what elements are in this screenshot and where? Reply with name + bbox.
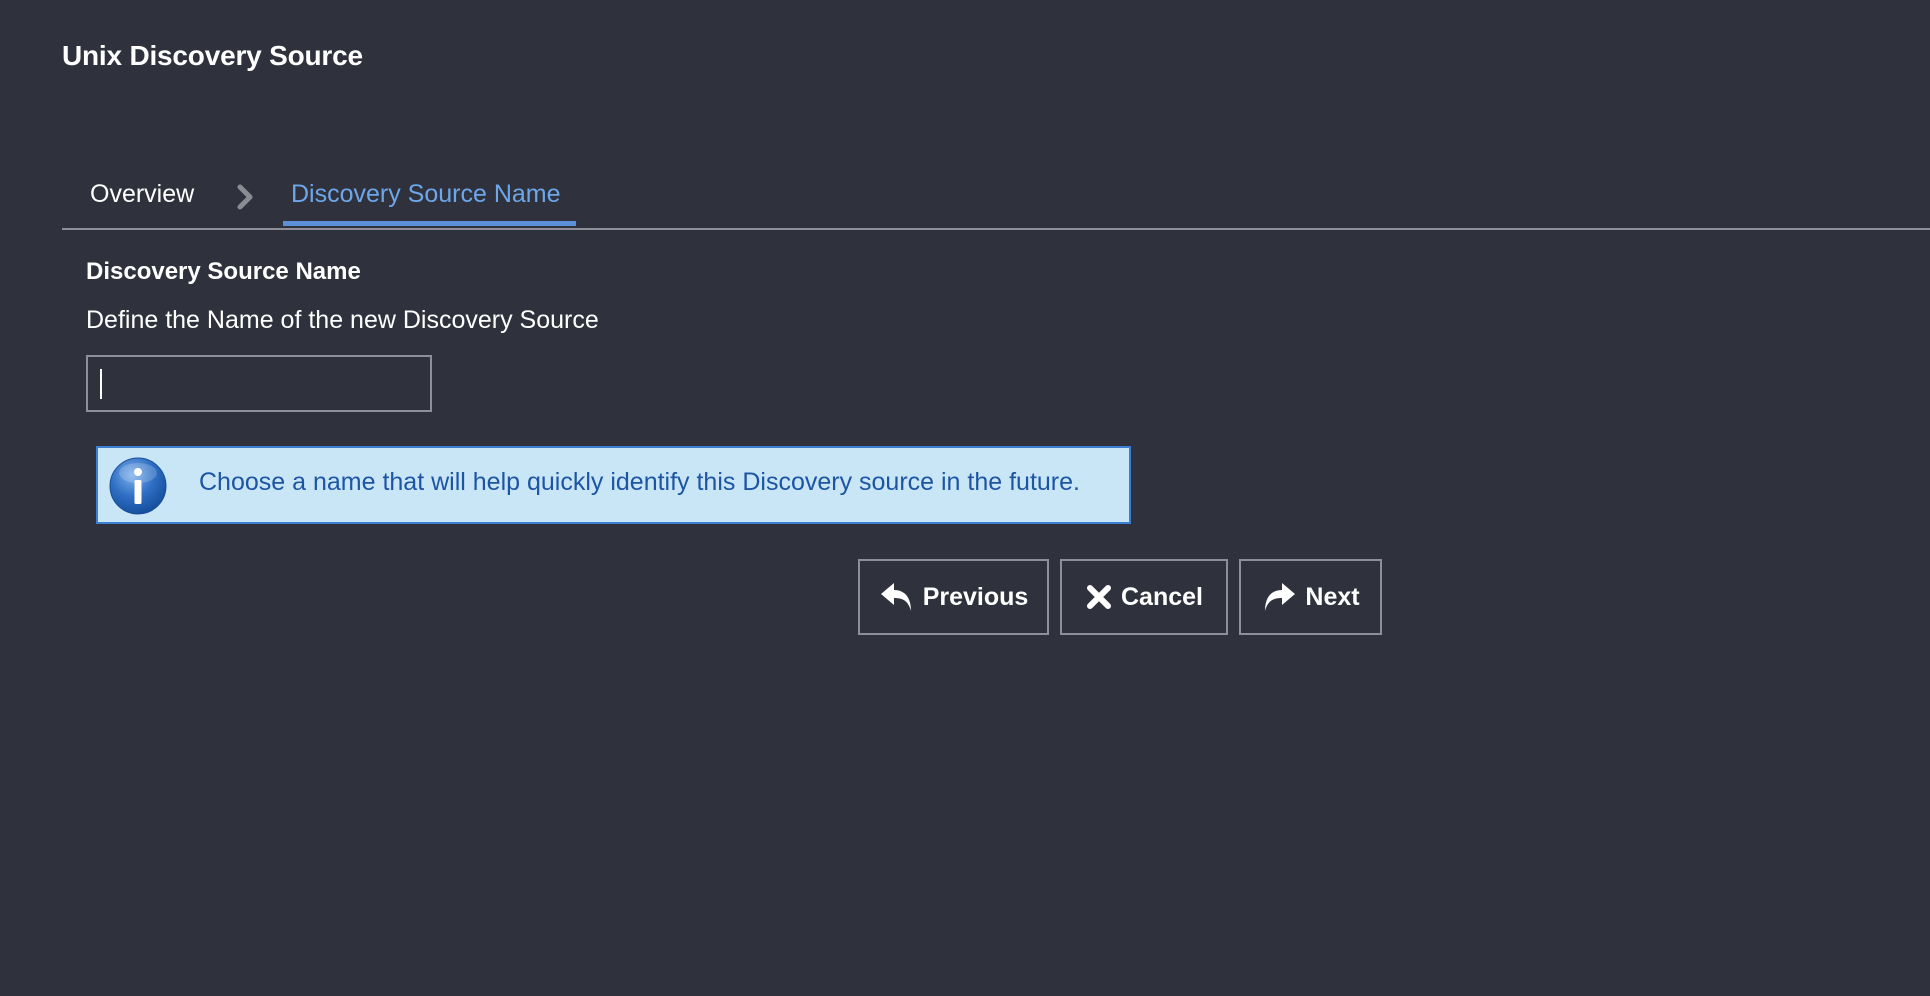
info-message-text: Choose a name that will help quickly ide… — [199, 468, 1080, 496]
discovery-source-name-input[interactable] — [86, 355, 432, 412]
cancel-button-label: Cancel — [1121, 582, 1203, 611]
step-overview[interactable]: Overview — [82, 180, 202, 221]
wizard-page: Unix Discovery Source Overview Discovery… — [0, 0, 1930, 996]
cancel-button[interactable]: Cancel — [1060, 559, 1228, 635]
section-title: Discovery Source Name — [86, 258, 361, 285]
next-button[interactable]: Next — [1239, 559, 1382, 635]
step-discovery-source-name[interactable]: Discovery Source Name — [283, 180, 569, 221]
wizard-steps: Overview Discovery Source Name — [62, 172, 1930, 230]
page-title: Unix Discovery Source — [62, 40, 363, 71]
active-step-indicator — [283, 221, 576, 226]
previous-button[interactable]: Previous — [858, 559, 1049, 635]
section-description: Define the Name of the new Discovery Sou… — [86, 306, 599, 334]
reply-arrow-icon — [880, 583, 911, 611]
forward-arrow-icon — [1265, 583, 1296, 611]
close-icon — [1087, 585, 1111, 609]
next-button-label: Next — [1305, 582, 1360, 611]
text-caret — [100, 369, 102, 399]
info-icon — [109, 457, 167, 515]
previous-button-label: Previous — [922, 582, 1029, 611]
chevron-right-icon — [237, 184, 253, 210]
info-message-box: Choose a name that will help quickly ide… — [96, 446, 1131, 524]
